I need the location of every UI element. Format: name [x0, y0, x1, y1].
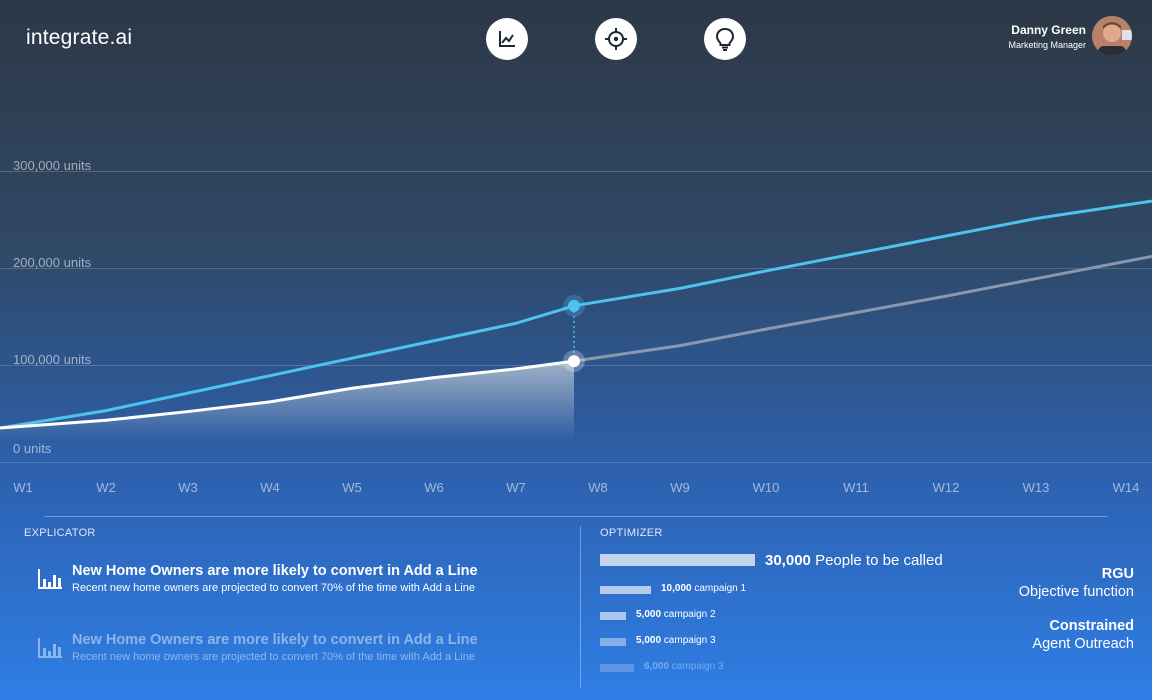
total-value: 30,000	[765, 552, 811, 569]
campaign-bar	[600, 638, 626, 646]
x-tick-label: W7	[506, 480, 526, 495]
campaign-label: 5,000 campaign 3	[636, 635, 716, 646]
x-tick-label: W10	[752, 480, 780, 495]
line-chart	[0, 199, 1152, 440]
campaign-bar	[600, 612, 626, 620]
bar-chart-icon	[38, 638, 62, 658]
x-tick-label: W4	[260, 480, 280, 495]
campaign-label: 6,000 campaign 3	[644, 661, 724, 672]
insight-headline: New Home Owners are more likely to conve…	[72, 563, 478, 579]
campaign-label: 5,000 campaign 2	[636, 609, 716, 620]
x-tick-label: W8	[588, 480, 608, 495]
campaign-name: campaign 3	[669, 661, 724, 672]
x-tick-label: W11	[843, 480, 869, 495]
x-tick-label: W6	[424, 480, 444, 495]
divider	[44, 516, 1108, 517]
x-tick-label: W13	[1022, 480, 1050, 495]
total-text: People to be called	[815, 552, 943, 569]
campaign-value: 5,000	[636, 635, 662, 646]
campaign-name: campaign 3	[661, 635, 716, 646]
divider	[580, 526, 581, 688]
actual-point	[568, 355, 580, 368]
forecast-point	[568, 299, 580, 312]
campaign-name: campaign 2	[661, 609, 716, 620]
campaign-value: 10,000	[661, 583, 692, 594]
constraint-title: Constrained	[1049, 618, 1134, 634]
x-tick-label: W9	[670, 480, 690, 495]
objective-block: RGU Objective function	[1019, 566, 1134, 600]
x-tick-label: W12	[932, 480, 960, 495]
projection-line	[573, 254, 1152, 363]
campaign-name: campaign 1	[691, 583, 747, 594]
x-tick-label: W5	[342, 480, 362, 495]
constraint-block: Constrained Agent Outreach	[1032, 618, 1134, 652]
explicator-title: EXPLICATOR	[24, 527, 96, 539]
bar-chart-icon	[38, 569, 62, 589]
constraint-sub: Agent Outreach	[1032, 636, 1134, 652]
insight-detail: Recent new home owners are projected to …	[72, 582, 475, 594]
x-tick-label: W14	[1112, 480, 1140, 495]
objective-sub: Objective function	[1018, 584, 1134, 600]
campaign-bar	[600, 664, 634, 672]
total-label: 30,000 People to be called	[765, 552, 943, 569]
total-bar	[600, 554, 755, 566]
campaign-bar	[600, 586, 651, 594]
objective-title: RGU	[1101, 566, 1134, 582]
x-tick-label: W3	[178, 480, 198, 495]
insight-headline: New Home Owners are more likely to conve…	[72, 632, 478, 648]
campaign-label: 10,000 campaign 1	[661, 583, 746, 594]
insight-detail: Recent new home owners are projected to …	[72, 651, 475, 663]
campaign-value: 5,000	[636, 609, 662, 620]
x-tick-label: W1	[13, 480, 33, 495]
x-tick-label: W2	[96, 480, 116, 495]
optimizer-title: OPTIMIZER	[600, 527, 663, 539]
campaign-value: 6,000	[644, 661, 670, 672]
